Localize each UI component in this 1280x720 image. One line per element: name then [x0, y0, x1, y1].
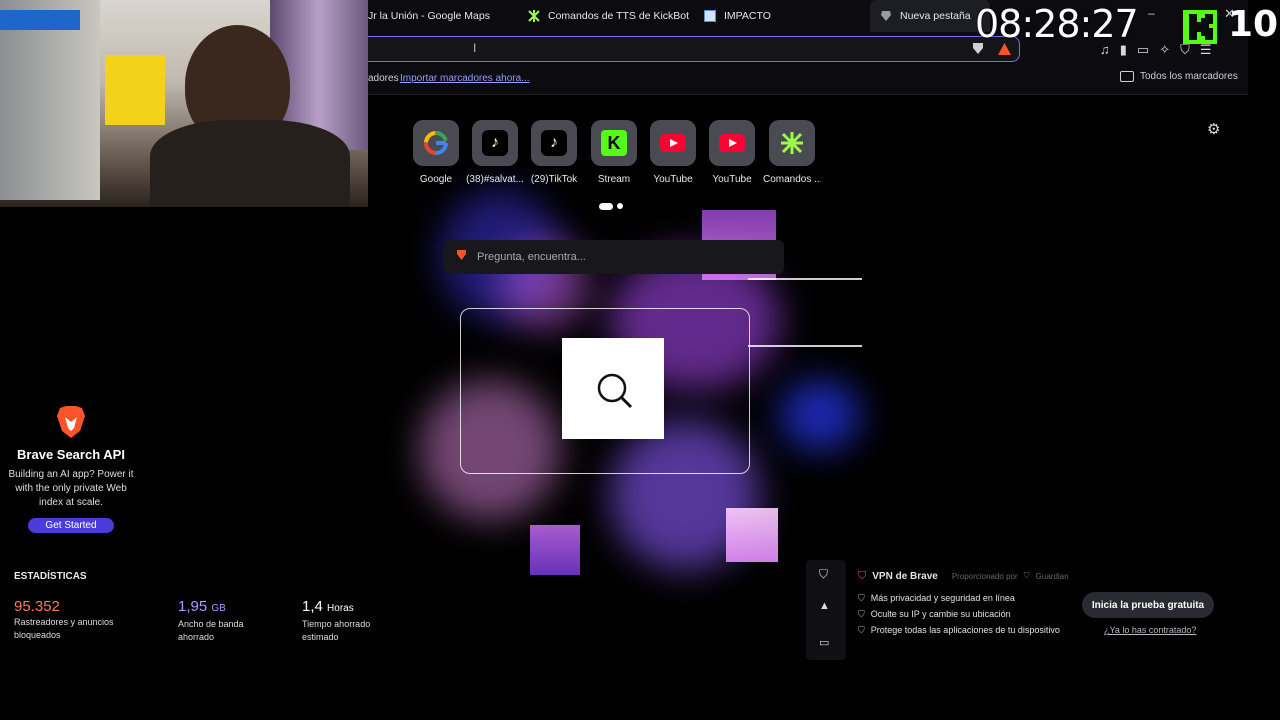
tab-label: IMPACTO [724, 10, 771, 22]
stat-label: Ancho de banda ahorrado [178, 619, 244, 642]
rewards-triangle-icon[interactable]: ▲ [819, 600, 830, 612]
stat-trackers: 95.352 Rastreadores y anuncios bloqueado… [14, 598, 134, 642]
tab-kickbot[interactable]: Comandos de TTS de KickBot [528, 0, 689, 32]
wallet-icon[interactable]: ▭ [1137, 42, 1149, 58]
top-site-google[interactable]: Google [407, 120, 465, 185]
vpn-already-purchased-link[interactable]: ¿Ya lo has contratado? [1104, 625, 1196, 635]
vpn-provider-name: Guardian [1035, 571, 1069, 581]
stat-bandwidth: 1,95 GB Ancho de banda ahorrado [178, 598, 268, 644]
stat-unit: Horas [327, 603, 354, 614]
kickbot-icon [769, 120, 815, 166]
vpn-shield-icon[interactable]: ⛉ [819, 567, 828, 582]
tiktok-icon: ♪ [472, 120, 518, 166]
pager-dot-active[interactable] [599, 203, 613, 210]
api-card-title: Brave Search API [17, 447, 125, 462]
vpn-feature-text: Más privacidad y seguridad en línea [870, 593, 1015, 603]
top-site-stream[interactable]: K Stream [585, 120, 643, 185]
stat-value-row: 1,95 GB [178, 598, 268, 618]
google-icon [413, 120, 459, 166]
vpn-header: ⛉ VPN de Brave Proporcionado por ⛉ Guard… [858, 568, 1218, 584]
tiktok-icon: ♪ [531, 120, 577, 166]
pager-dot[interactable] [617, 203, 623, 209]
vpn-feature-text: Protege todas las aplicaciones de tu dis… [870, 625, 1060, 635]
stat-value: 95.352 [14, 598, 60, 615]
search-box[interactable]: Pregunta, encuentra... [444, 240, 784, 274]
tab-google-maps[interactable]: Jr la Unión - Google Maps [368, 0, 490, 32]
brave-search-icon [456, 248, 467, 266]
tab-label: Nueva pestaña [900, 10, 971, 22]
search-graphic [562, 338, 664, 439]
kick-icon [1183, 10, 1217, 44]
search-placeholder: Pregunta, encuentra... [477, 251, 586, 263]
address-bar[interactable]: I [368, 36, 1020, 62]
top-sites-pager[interactable] [599, 203, 623, 210]
guardian-logo-icon: ⛉ [1023, 571, 1030, 580]
check-shield-icon: ⛉ [858, 608, 865, 619]
check-shield-icon: ⛉ [858, 592, 865, 603]
kick-icon: K [591, 120, 637, 166]
news-card-icon[interactable]: ▭ [819, 636, 829, 649]
minimize-icon[interactable]: – [1148, 6, 1155, 20]
stream-timer: 08:28:27 [975, 2, 1139, 46]
webcam-overlay [0, 0, 368, 207]
vpn-title: VPN de Brave [872, 570, 938, 582]
import-bookmarks-link[interactable]: Importar marcadores ahora... [400, 73, 530, 84]
bookmarks-bar: adores Importar marcadores ahora... Todo… [368, 66, 1248, 95]
tab-label: Comandos de TTS de KickBot [548, 10, 690, 22]
youtube-icon [709, 120, 755, 166]
kickbot-icon [528, 10, 540, 22]
top-site-kickbot[interactable]: Comandos ... [763, 120, 821, 185]
widget-switcher: ⛉ ▲ ▭ [806, 560, 846, 660]
top-site-label: (29)TikTok [530, 174, 578, 185]
youtube-icon [650, 120, 696, 166]
brave-icon [880, 10, 892, 22]
page-icon [704, 10, 716, 22]
top-site-label: Stream [597, 174, 631, 185]
stat-label: Rastreadores y anuncios bloqueados [14, 617, 114, 640]
api-card-body: Building an AI app? Power it with the on… [8, 469, 134, 508]
stat-time: 1,4 Horas Tiempo ahorrado estimado [302, 598, 392, 644]
top-site-youtube[interactable]: YouTube [703, 120, 761, 185]
magnifier-icon [596, 372, 634, 415]
leo-ai-icon[interactable]: ✧ [1159, 42, 1170, 58]
tab-new-tab[interactable]: Nueva pestaña [870, 0, 990, 32]
stat-value-row: 1,4 Horas [302, 598, 392, 618]
text-cursor-icon: I [473, 41, 477, 55]
brave-search-api-card: Brave Search API Building an AI app? Pow… [0, 405, 142, 533]
bookmarks-prefix: adores [368, 73, 399, 84]
top-site-tiktok[interactable]: ♪ (38)#salvat... [466, 120, 524, 185]
brave-lion-icon [56, 405, 86, 439]
vpn-provider: Proporcionado por [951, 571, 1018, 581]
menu-icon[interactable]: ☰ [1200, 42, 1212, 58]
settings-gear-icon[interactable]: ⚙ [1207, 120, 1220, 138]
top-site-youtube[interactable]: YouTube [644, 120, 702, 185]
stat-value: 1,95 [178, 598, 208, 615]
get-started-button[interactable]: Get Started [28, 518, 114, 533]
vpn-toolbar-icon[interactable]: ⛉ [1180, 42, 1190, 58]
all-bookmarks-button[interactable]: Todos los marcadores [1120, 71, 1238, 82]
vpn-feature-text: Oculte su IP y cambie su ubicación [870, 609, 1011, 619]
top-site-label: Comandos ... [763, 174, 821, 185]
vpn-logo-icon: ⛉ [858, 569, 867, 582]
top-site-label: YouTube [653, 174, 693, 185]
stat-value: 1,4 [302, 598, 323, 615]
vpn-trial-button[interactable]: Inicia la prueba gratuita [1082, 592, 1214, 618]
stat-unit: GB [211, 603, 226, 614]
check-shield-icon: ⛉ [858, 624, 865, 635]
stats-title: ESTADÍSTICAS [14, 571, 87, 582]
folder-icon [1120, 71, 1134, 82]
tab-impacto[interactable]: IMPACTO [704, 0, 771, 32]
tab-label: Jr la Unión - Google Maps [368, 10, 490, 22]
stat-label: Tiempo ahorrado estimado [302, 619, 371, 642]
all-bookmarks-label: Todos los marcadores [1140, 71, 1238, 82]
kick-counter: 10 [1228, 4, 1279, 45]
top-site-label: (38)#salvat... [466, 174, 524, 185]
top-site-label: Google [419, 174, 453, 185]
top-site-label: YouTube [712, 174, 752, 185]
top-site-tiktok[interactable]: ♪ (29)TikTok [525, 120, 583, 185]
